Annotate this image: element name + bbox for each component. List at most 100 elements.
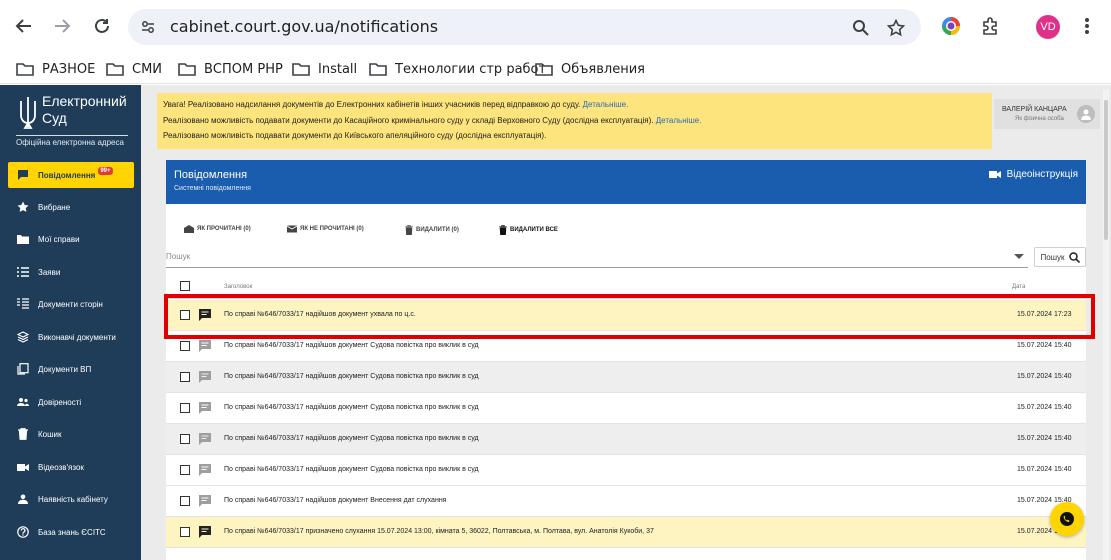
chevron-down-icon[interactable] <box>1014 254 1024 259</box>
row-checkbox[interactable] <box>180 465 190 475</box>
message-icon <box>16 168 30 182</box>
bookmark-folder[interactable]: ВСПОМ РНР <box>178 59 283 79</box>
sidebar-item-powers-of-attorney[interactable]: Довіреності <box>8 389 134 415</box>
details-link[interactable]: Детальніше. <box>656 116 702 125</box>
profile-avatar[interactable]: VD <box>1036 15 1060 39</box>
row-date: 15.07.2024 15:40 <box>1017 435 1072 442</box>
logo-title: Електронний Суд <box>42 93 127 126</box>
actions-toolbar: ЯК ПРОЧИТАНІ (0) ЯК НЕ ПРОЧИТАНІ (0) ВИД… <box>166 220 1086 240</box>
folder-icon <box>178 63 196 76</box>
bookmark-folder[interactable]: Объявления <box>535 59 645 79</box>
mark-read-button[interactable]: ЯК ПРОЧИТАНІ (0) <box>184 225 251 233</box>
notifications-panel: Повідомлення Системні повідомлення Відео… <box>166 160 1086 560</box>
extensions-puzzle-icon[interactable] <box>978 14 1002 38</box>
video-instruction-link[interactable]: Відеоінструкція <box>988 169 1078 180</box>
documents-icon <box>16 297 30 311</box>
column-title: Заголовок <box>224 284 253 290</box>
row-checkbox[interactable] <box>180 496 190 506</box>
more-menu-icon[interactable] <box>1075 14 1099 38</box>
reload-button[interactable] <box>88 12 116 40</box>
row-checkbox[interactable] <box>180 403 190 413</box>
row-date: 15.07.2024 15:40 <box>1017 342 1072 349</box>
user-name: ВАЛЕРІЙ КАНЦАРА <box>1002 106 1067 113</box>
trash-all-icon <box>499 225 507 235</box>
row-title: По справі №646/7033/17 призначено слухан… <box>224 528 654 535</box>
sidebar-item-party-documents[interactable]: Документи сторін <box>8 291 134 317</box>
select-all-checkbox[interactable] <box>180 281 190 291</box>
details-link[interactable]: Детальніше. <box>583 100 629 109</box>
sidebar-item-video-link[interactable]: Відеозв'язок <box>8 454 134 480</box>
sidebar-item-vp-documents[interactable]: Документи ВП <box>8 356 134 382</box>
video-camera-icon <box>988 171 1001 178</box>
bookmark-folder[interactable]: Install <box>292 59 357 79</box>
row-title: По справі №646/7033/17 надійшов документ… <box>224 342 479 349</box>
table-row[interactable]: По справі №646/7033/17 надійшов документ… <box>166 362 1086 393</box>
sidebar-item-label: Кошик <box>38 429 62 439</box>
table-row[interactable]: По справі №646/7033/17 надійшов документ… <box>166 455 1086 486</box>
table-row[interactable]: По справі №646/7033/17 надійшов документ… <box>166 486 1086 517</box>
folder-icon <box>369 63 387 76</box>
sidebar-item-my-cases[interactable]: Мої справи <box>8 226 134 252</box>
panel-subtitle: Системні повідомлення <box>174 185 251 192</box>
folder-icon <box>16 63 34 76</box>
color-extension-icon[interactable] <box>939 14 963 38</box>
back-button[interactable] <box>10 12 38 40</box>
table-row[interactable]: По справі №646/7033/17 надійшов документ… <box>166 424 1086 455</box>
people-icon <box>16 395 30 409</box>
sidebar-item-label: Наявність кабінету <box>38 494 108 504</box>
arrow-right-icon <box>55 19 71 33</box>
sidebar-item-executive-documents[interactable]: Виконавчі документи <box>8 324 134 350</box>
folder-icon <box>292 63 310 76</box>
scrollbar-thumb[interactable] <box>1104 100 1108 240</box>
mark-unread-button[interactable]: ЯК НЕ ПРОЧИТАНІ (0) <box>287 225 364 233</box>
forward-button[interactable] <box>48 12 76 40</box>
list-icon <box>16 265 30 279</box>
row-checkbox[interactable] <box>180 341 190 351</box>
bookmark-folder[interactable]: Технологии стр работ <box>369 59 546 79</box>
row-checkbox[interactable] <box>180 434 190 444</box>
bookmark-star-icon[interactable] <box>885 17 907 39</box>
phone-icon <box>1060 512 1074 526</box>
sidebar-item-cabinet-check[interactable]: Наявність кабінету <box>8 486 134 512</box>
bookmarks-bar: РАЗНОЕ СМИ ВСПОМ РНР Install Технологии … <box>0 52 1111 84</box>
sidebar-item-label: Повідомлення <box>38 170 96 180</box>
user-menu[interactable]: ВАЛЕРІЙ КАНЦАРА Як фізична особа <box>994 99 1100 129</box>
table-row[interactable]: По справі №646/7033/17 надійшов документ… <box>166 393 1086 424</box>
message-read-icon <box>199 495 211 507</box>
message-unread-icon <box>199 526 211 538</box>
sidebar-item-label: Заяви <box>38 267 61 277</box>
bookmark-folder[interactable]: СМИ <box>106 59 162 79</box>
row-checkbox[interactable] <box>180 527 190 537</box>
zoom-icon[interactable] <box>850 17 872 39</box>
envelope-icon <box>287 225 297 233</box>
sidebar-item-favorites[interactable]: Вибране <box>8 194 134 220</box>
sidebar-item-label: Документи ВП <box>38 364 92 374</box>
search-input[interactable]: Пошук <box>166 248 1028 268</box>
layers-icon <box>16 330 30 344</box>
trash-icon <box>405 225 413 235</box>
reload-icon <box>95 18 109 33</box>
address-bar[interactable]: cabinet.court.gov.ua/notifications <box>128 9 921 45</box>
search-row: Пошук Пошук <box>166 247 1086 270</box>
sidebar-item-notifications[interactable]: Повідомлення 99+ <box>8 162 134 188</box>
message-read-icon <box>199 464 211 476</box>
table-row[interactable]: По справі №646/7033/17 призначено слухан… <box>166 517 1086 548</box>
call-button[interactable] <box>1050 502 1084 536</box>
site-settings-icon[interactable] <box>138 17 158 37</box>
sidebar-item-knowledge-base[interactable]: База знань ЄСІТС <box>8 519 134 545</box>
sidebar-item-label: Відеозв'язок <box>38 462 84 472</box>
message-read-icon <box>199 340 211 352</box>
row-checkbox[interactable] <box>180 372 190 382</box>
notification-count-badge: 99+ <box>98 167 113 175</box>
logo[interactable]: Електронний Суд Офіційна електронна адрес… <box>12 91 137 151</box>
star-icon <box>16 200 30 214</box>
delete-all-button[interactable]: ВИДАЛИТИ ВСЕ <box>499 225 558 235</box>
bookmark-folder[interactable]: РАЗНОЕ <box>16 59 95 79</box>
delete-button[interactable]: ВИДАЛИТИ (0) <box>405 225 459 235</box>
sidebar-item-trash[interactable]: Кошик <box>8 421 134 447</box>
notice-line: Реалізовано можливість подавати документ… <box>163 115 654 125</box>
row-date: 15.07.2024 15:40 <box>1017 466 1072 473</box>
row-date: 15.07.2024 15:40 <box>1017 404 1072 411</box>
search-button[interactable]: Пошук <box>1034 247 1086 267</box>
sidebar-item-applications[interactable]: Заяви <box>8 259 134 285</box>
